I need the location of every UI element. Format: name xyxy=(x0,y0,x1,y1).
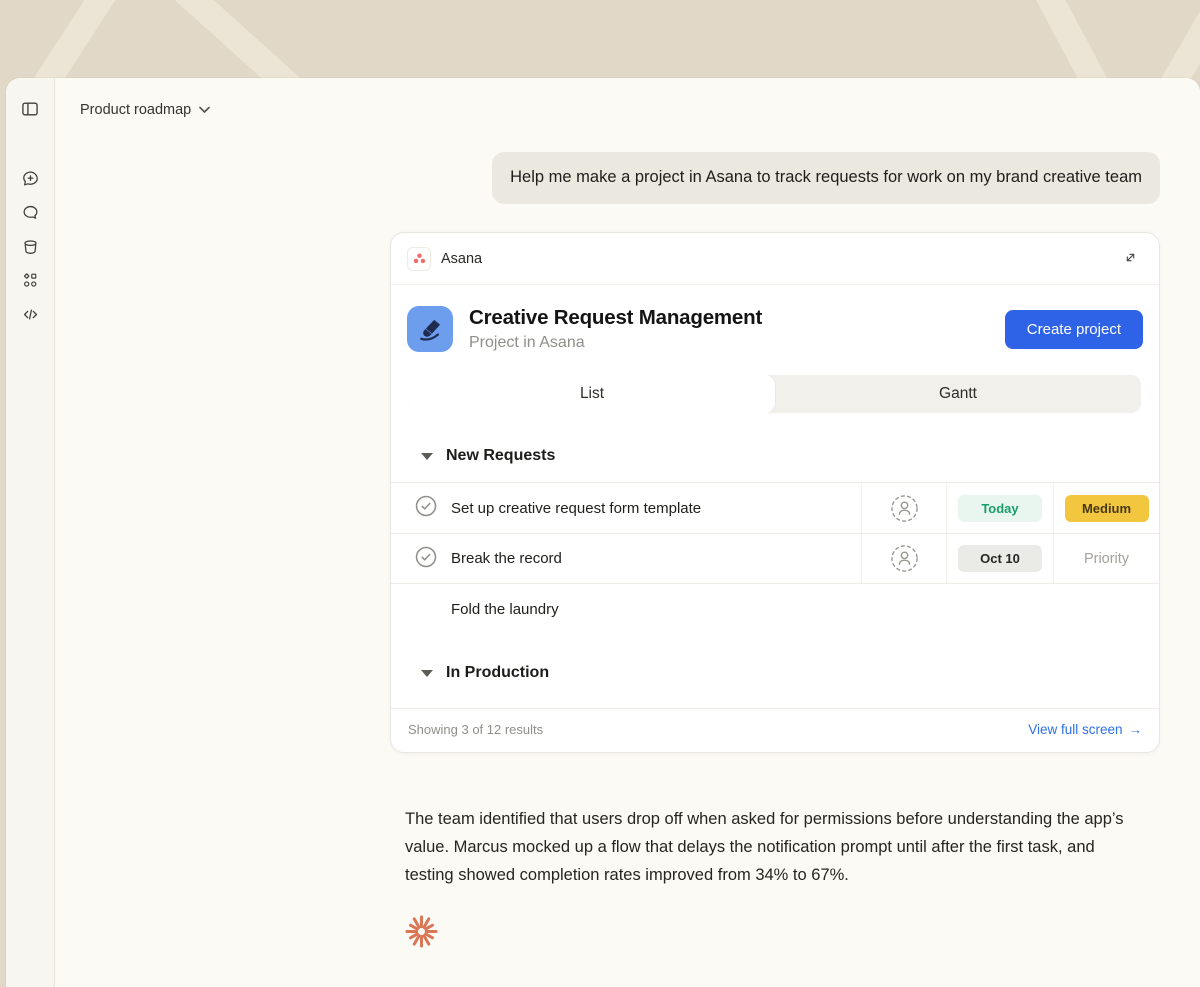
assignee-cell[interactable] xyxy=(861,483,946,533)
project-text: Creative Request Management Project in A… xyxy=(469,306,762,352)
results-summary: Showing 3 of 12 results xyxy=(408,722,543,737)
bg-stripe xyxy=(155,0,410,78)
project-brush-icon xyxy=(407,306,453,352)
bg-stripe xyxy=(1015,0,1160,78)
task-row[interactable]: Set up creative request form template To… xyxy=(391,482,1159,533)
asana-logo-icon xyxy=(407,247,431,271)
arrow-right-icon: → xyxy=(1129,722,1143,737)
task-name: Set up creative request form template xyxy=(451,500,701,517)
top-background-band xyxy=(0,0,1200,78)
project-header-row: Creative Request Management Project in A… xyxy=(391,285,1159,375)
tab-list[interactable]: List xyxy=(409,375,775,413)
due-date-cell[interactable]: Oct 10 xyxy=(946,534,1053,583)
bg-stripe xyxy=(1120,0,1200,78)
task-row[interactable]: Break the record Oct 10 Priority xyxy=(391,533,1159,584)
check-circle-icon[interactable] xyxy=(415,495,437,521)
connectors-icon[interactable] xyxy=(16,266,44,294)
user-message-row: Help me make a project in Asana to track… xyxy=(390,152,1160,204)
section-collapse-icon xyxy=(421,670,433,677)
asana-card-header: Asana xyxy=(391,233,1159,285)
chats-icon[interactable] xyxy=(16,198,44,226)
main-content: Product roadmap Help me make a project i… xyxy=(55,78,1200,987)
assistant-paragraph: The team identified that users drop off … xyxy=(405,805,1141,889)
view-full-screen-label: View full screen xyxy=(1028,722,1122,737)
user-message-bubble: Help me make a project in Asana to track… xyxy=(492,152,1160,204)
section-collapse-icon xyxy=(421,453,433,460)
projects-icon[interactable] xyxy=(16,232,44,260)
conversation-title-label: Product roadmap xyxy=(80,102,191,118)
assignee-cell[interactable] xyxy=(861,534,946,583)
chat-column: Help me make a project in Asana to track… xyxy=(390,152,1160,953)
due-badge: Oct 10 xyxy=(958,545,1042,572)
sidebar-icon-group xyxy=(16,164,44,328)
task-name-cell: Break the record xyxy=(391,534,861,583)
asana-app-name: Asana xyxy=(441,251,482,267)
new-chat-icon[interactable] xyxy=(16,164,44,192)
priority-cell[interactable]: Priority xyxy=(1053,534,1159,583)
code-icon[interactable] xyxy=(16,300,44,328)
task-name-cell: Set up creative request form template xyxy=(391,483,861,533)
project-subtitle: Project in Asana xyxy=(469,334,762,352)
task-name: Break the record xyxy=(451,550,562,567)
card-footer: Showing 3 of 12 results View full screen… xyxy=(391,708,1159,752)
section-label: In Production xyxy=(446,664,549,682)
sidebar-toggle-icon[interactable] xyxy=(16,95,44,123)
view-full-screen-link[interactable]: View full screen → xyxy=(1028,722,1142,737)
sidebar-rail xyxy=(6,78,55,987)
due-date-cell[interactable]: Today xyxy=(946,483,1053,533)
conversation-title[interactable]: Product roadmap xyxy=(80,101,210,119)
section-label: New Requests xyxy=(446,447,555,465)
create-project-button[interactable]: Create project xyxy=(1005,310,1143,349)
priority-cell[interactable]: Medium xyxy=(1053,483,1159,533)
view-tabs: List Gantt xyxy=(409,375,1141,413)
section-in-production[interactable]: In Production xyxy=(391,634,1159,708)
bg-stripe xyxy=(0,0,137,78)
task-row-plain[interactable]: Fold the laundry xyxy=(391,584,1159,634)
app-panel: Product roadmap Help me make a project i… xyxy=(6,78,1200,987)
claude-starburst-icon xyxy=(405,915,1160,953)
tab-gantt[interactable]: Gantt xyxy=(775,375,1141,413)
asana-card: Asana xyxy=(390,232,1160,753)
priority-placeholder: Priority xyxy=(1084,551,1129,567)
due-badge: Today xyxy=(958,495,1042,522)
priority-badge: Medium xyxy=(1065,495,1149,522)
section-new-requests[interactable]: New Requests xyxy=(391,413,1159,482)
chevron-down-icon xyxy=(199,101,210,119)
check-circle-icon[interactable] xyxy=(415,546,437,572)
expand-icon[interactable] xyxy=(1118,245,1143,273)
project-title: Creative Request Management xyxy=(469,306,762,330)
